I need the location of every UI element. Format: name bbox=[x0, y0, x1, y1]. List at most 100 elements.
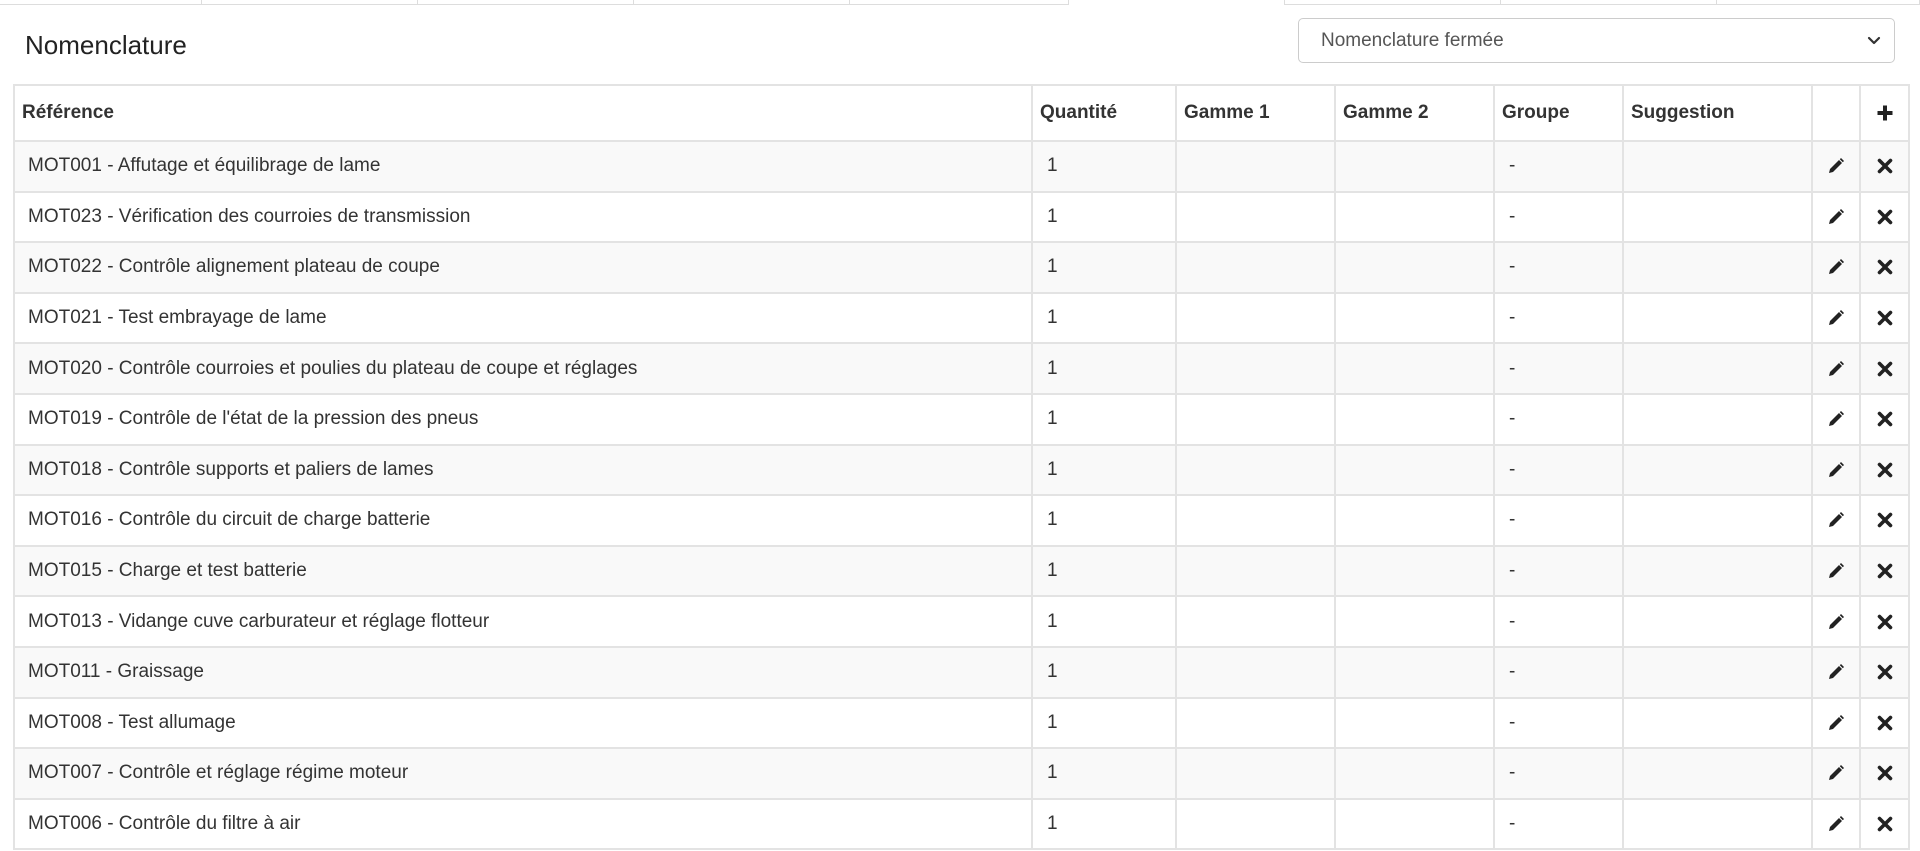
cell-groupe: - bbox=[1493, 241, 1624, 294]
cell-quantity: 1 bbox=[1031, 645, 1177, 699]
delete-row-button[interactable] bbox=[1859, 241, 1910, 294]
cell-reference: MOT001 - Affutage et équilibrage de lame bbox=[13, 140, 1033, 193]
cell-gamme2 bbox=[1334, 696, 1495, 750]
cell-suggestion bbox=[1622, 747, 1813, 800]
edit-row-button[interactable] bbox=[1811, 494, 1861, 547]
edit-row-button[interactable] bbox=[1811, 797, 1861, 851]
cell-reference: MOT015 - Charge et test batterie bbox=[13, 544, 1033, 598]
delete-row-button[interactable] bbox=[1859, 544, 1910, 598]
table-row: MOT016 - Contrôle du circuit de charge b… bbox=[13, 494, 1910, 547]
cell-gamme2 bbox=[1334, 797, 1495, 851]
delete-row-button[interactable] bbox=[1859, 291, 1910, 345]
cell-quantity: 1 bbox=[1031, 291, 1177, 345]
table-row: MOT023 - Vérification des courroies de t… bbox=[13, 190, 1910, 244]
tab-5[interactable] bbox=[850, 0, 1069, 5]
edit-row-button[interactable] bbox=[1811, 190, 1861, 244]
tab-2[interactable] bbox=[202, 0, 418, 5]
table-header-row: Référence Quantité Gamme 1 Gamme 2 Group… bbox=[13, 84, 1910, 142]
delete-row-button[interactable] bbox=[1859, 494, 1910, 547]
delete-row-button[interactable] bbox=[1859, 140, 1910, 193]
cell-gamme1 bbox=[1175, 544, 1336, 598]
cell-reference: MOT013 - Vidange cuve carburateur et rég… bbox=[13, 595, 1033, 648]
tab-4[interactable] bbox=[634, 0, 850, 5]
edit-row-button[interactable] bbox=[1811, 443, 1861, 497]
edit-row-button[interactable] bbox=[1811, 747, 1861, 800]
cell-suggestion bbox=[1622, 494, 1813, 547]
edit-row-button[interactable] bbox=[1811, 595, 1861, 648]
tab-6-active[interactable] bbox=[1069, 0, 1285, 5]
col-header-groupe[interactable]: Groupe bbox=[1493, 84, 1624, 142]
col-header-suggestion[interactable]: Suggestion bbox=[1622, 84, 1813, 142]
pencil-icon bbox=[1827, 459, 1845, 480]
edit-row-button[interactable] bbox=[1811, 696, 1861, 750]
delete-row-button[interactable] bbox=[1859, 747, 1910, 800]
edit-row-button[interactable] bbox=[1811, 645, 1861, 699]
tab-1[interactable] bbox=[0, 0, 202, 5]
times-icon bbox=[1877, 408, 1893, 429]
cell-quantity: 1 bbox=[1031, 747, 1177, 800]
cell-groupe: - bbox=[1493, 392, 1624, 446]
edit-row-button[interactable] bbox=[1811, 291, 1861, 345]
cell-gamme1 bbox=[1175, 241, 1336, 294]
tab-9[interactable] bbox=[1717, 0, 1920, 5]
cell-gamme2 bbox=[1334, 544, 1495, 598]
col-header-quantity[interactable]: Quantité bbox=[1031, 84, 1177, 142]
cell-gamme1 bbox=[1175, 291, 1336, 345]
delete-row-button[interactable] bbox=[1859, 190, 1910, 244]
cell-quantity: 1 bbox=[1031, 443, 1177, 497]
cell-quantity: 1 bbox=[1031, 494, 1177, 547]
pencil-icon bbox=[1827, 155, 1845, 176]
col-header-edit bbox=[1811, 84, 1861, 142]
delete-row-button[interactable] bbox=[1859, 443, 1910, 497]
nomenclature-status-select[interactable]: Nomenclature fermée bbox=[1298, 18, 1895, 63]
table-row: MOT006 - Contrôle du filtre à air 1 - bbox=[13, 797, 1910, 851]
cell-suggestion bbox=[1622, 392, 1813, 446]
times-icon bbox=[1877, 560, 1893, 581]
times-icon bbox=[1877, 155, 1893, 176]
delete-row-button[interactable] bbox=[1859, 595, 1910, 648]
cell-gamme1 bbox=[1175, 443, 1336, 497]
times-icon bbox=[1877, 358, 1893, 379]
cell-gamme1 bbox=[1175, 494, 1336, 547]
delete-row-button[interactable] bbox=[1859, 645, 1910, 699]
table-row: MOT007 - Contrôle et réglage régime mote… bbox=[13, 747, 1910, 800]
edit-row-button[interactable] bbox=[1811, 544, 1861, 598]
delete-row-button[interactable] bbox=[1859, 696, 1910, 750]
col-header-reference[interactable]: Référence bbox=[13, 84, 1033, 142]
cell-quantity: 1 bbox=[1031, 190, 1177, 244]
edit-row-button[interactable] bbox=[1811, 342, 1861, 395]
cell-suggestion bbox=[1622, 443, 1813, 497]
plus-icon bbox=[1876, 102, 1894, 123]
tab-8[interactable] bbox=[1501, 0, 1717, 5]
cell-suggestion bbox=[1622, 595, 1813, 648]
cell-quantity: 1 bbox=[1031, 342, 1177, 395]
edit-row-button[interactable] bbox=[1811, 392, 1861, 446]
tab-7[interactable] bbox=[1285, 0, 1501, 5]
delete-row-button[interactable] bbox=[1859, 797, 1910, 851]
col-header-gamme1[interactable]: Gamme 1 bbox=[1175, 84, 1336, 142]
cell-gamme2 bbox=[1334, 140, 1495, 193]
cell-groupe: - bbox=[1493, 140, 1624, 193]
times-icon bbox=[1877, 459, 1893, 480]
cell-reference: MOT018 - Contrôle supports et paliers de… bbox=[13, 443, 1033, 497]
pencil-icon bbox=[1827, 256, 1845, 277]
edit-row-button[interactable] bbox=[1811, 140, 1861, 193]
cell-gamme2 bbox=[1334, 595, 1495, 648]
tab-3[interactable] bbox=[418, 0, 634, 5]
cell-reference: MOT008 - Test allumage bbox=[13, 696, 1033, 750]
cell-groupe: - bbox=[1493, 696, 1624, 750]
cell-suggestion bbox=[1622, 342, 1813, 395]
delete-row-button[interactable] bbox=[1859, 392, 1910, 446]
pencil-icon bbox=[1827, 206, 1845, 227]
cell-gamme2 bbox=[1334, 392, 1495, 446]
cell-suggestion bbox=[1622, 797, 1813, 851]
cell-gamme2 bbox=[1334, 494, 1495, 547]
cell-groupe: - bbox=[1493, 747, 1624, 800]
add-row-button[interactable] bbox=[1859, 84, 1910, 142]
col-header-gamme2[interactable]: Gamme 2 bbox=[1334, 84, 1495, 142]
cell-groupe: - bbox=[1493, 494, 1624, 547]
table-row: MOT015 - Charge et test batterie 1 - bbox=[13, 544, 1910, 598]
table-row: MOT008 - Test allumage 1 - bbox=[13, 696, 1910, 750]
delete-row-button[interactable] bbox=[1859, 342, 1910, 395]
edit-row-button[interactable] bbox=[1811, 241, 1861, 294]
